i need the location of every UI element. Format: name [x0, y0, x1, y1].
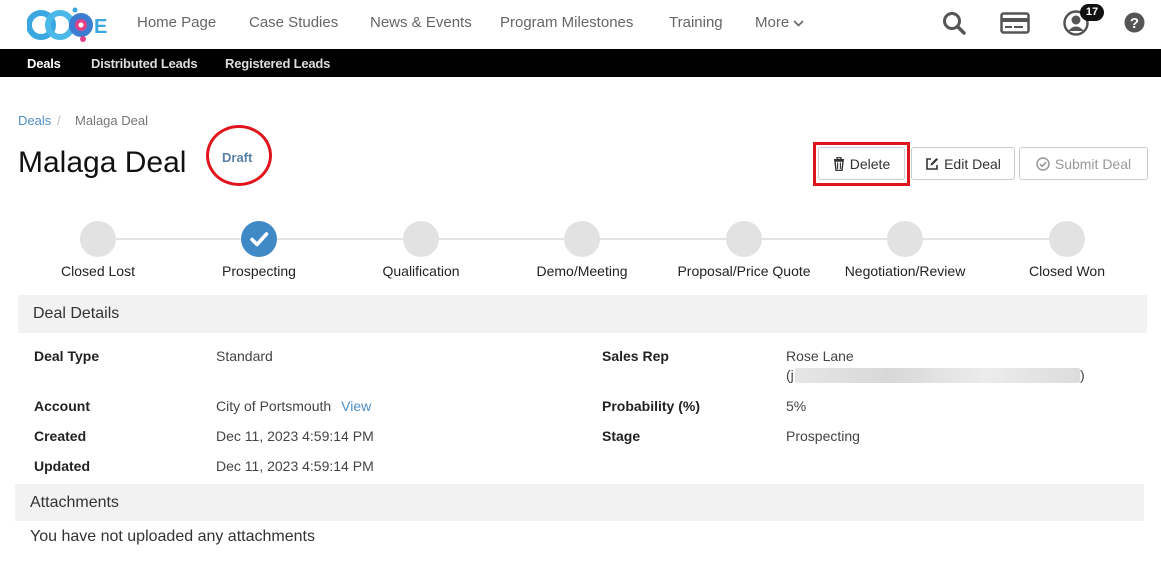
edit-deal-label: Edit Deal	[944, 155, 1001, 172]
stage-dot-closed-won	[1049, 221, 1085, 257]
stage-label-closed-won: Closed Won	[1028, 263, 1106, 279]
ccoe-logo[interactable]: E	[27, 6, 107, 44]
sub-navbar: Deals Distributed Leads Registered Leads	[0, 49, 1161, 77]
stage-dot-negotiation	[887, 221, 923, 257]
annotation-highlight-box	[813, 142, 910, 186]
breadcrumb-separator: /	[57, 113, 61, 128]
check-circle-icon	[1036, 156, 1050, 171]
svg-text:E: E	[94, 16, 107, 38]
stage-label-proposal: Proposal/Price Quote	[677, 263, 811, 279]
probability-label: Probability (%)	[602, 398, 701, 414]
stage-label-qualification: Qualification	[382, 263, 460, 279]
nav-home-page[interactable]: Home Page	[137, 14, 216, 31]
chevron-down-icon	[793, 19, 804, 27]
annotation-circle	[206, 125, 272, 186]
notification-count-badge[interactable]: 17	[1080, 4, 1104, 21]
stage-dot-qualification	[403, 221, 439, 257]
submit-deal-label: Submit Deal	[1054, 155, 1132, 172]
top-navbar: E Home Page Case Studies News & Events P…	[0, 0, 1161, 48]
account-label: Account	[34, 398, 90, 414]
account-value-row: City of Portsmouth View	[216, 398, 371, 414]
submit-deal-button[interactable]: Submit Deal	[1019, 147, 1148, 180]
edit-deal-button[interactable]: Edit Deal	[911, 147, 1015, 180]
nav-training[interactable]: Training	[669, 14, 723, 31]
created-value: Dec 11, 2023 4:59:14 PM	[216, 428, 374, 444]
stage-label-demo-meeting: Demo/Meeting	[536, 263, 628, 279]
nav-case-studies[interactable]: Case Studies	[249, 14, 338, 31]
nav-more-label: More	[755, 14, 790, 31]
account-value: City of Portsmouth	[216, 398, 332, 414]
breadcrumb-deals-link[interactable]: Deals	[18, 113, 51, 128]
attachments-empty-message: You have not uploaded any attachments	[30, 528, 315, 545]
page-title: Malaga Deal	[18, 146, 187, 179]
breadcrumb-current: Malaga Deal	[75, 113, 148, 128]
sales-rep-email-close: )	[1080, 367, 1085, 383]
nav-news-events[interactable]: News & Events	[370, 14, 472, 31]
subnav-distributed-leads[interactable]: Distributed Leads	[91, 56, 198, 71]
updated-label: Updated	[34, 458, 90, 474]
deal-details-heading: Deal Details	[18, 295, 1147, 333]
sales-rep-label: Sales Rep	[602, 348, 669, 364]
attachments-heading: Attachments	[15, 484, 1144, 521]
subnav-deals[interactable]: Deals	[27, 56, 61, 71]
account-view-link[interactable]: View	[341, 398, 371, 414]
stage-dot-demo-meeting	[564, 221, 600, 257]
stage-label-negotiation: Negotiation/Review	[844, 263, 966, 279]
stage-value: Prospecting	[786, 428, 860, 444]
search-icon[interactable]	[942, 11, 966, 35]
updated-value: Dec 11, 2023 4:59:14 PM	[216, 458, 374, 474]
deal-type-label: Deal Type	[34, 348, 100, 364]
deal-type-value: Standard	[216, 348, 273, 364]
nav-more-dropdown[interactable]: More	[755, 14, 804, 31]
sales-rep-value: Rose Lane	[786, 348, 854, 364]
stage-label: Stage	[602, 428, 641, 444]
edit-icon	[926, 157, 939, 170]
sales-rep-email-open: (j	[786, 367, 794, 383]
checkmark-icon	[250, 232, 269, 247]
stage-dot-proposal	[726, 221, 762, 257]
credit-card-icon[interactable]	[1000, 12, 1030, 34]
redacted-email	[795, 368, 1080, 383]
subnav-registered-leads[interactable]: Registered Leads	[225, 56, 330, 71]
stage-dot-closed-lost	[80, 221, 116, 257]
stage-dot-prospecting	[241, 221, 277, 257]
stage-label-prospecting: Prospecting	[222, 263, 296, 279]
help-icon[interactable]: ?	[1124, 12, 1145, 33]
probability-value: 5%	[786, 398, 807, 414]
stage-label-closed-lost: Closed Lost	[61, 263, 135, 279]
svg-text:?: ?	[1130, 15, 1139, 32]
nav-program-milestones[interactable]: Program Milestones	[500, 14, 633, 31]
created-label: Created	[34, 428, 87, 444]
